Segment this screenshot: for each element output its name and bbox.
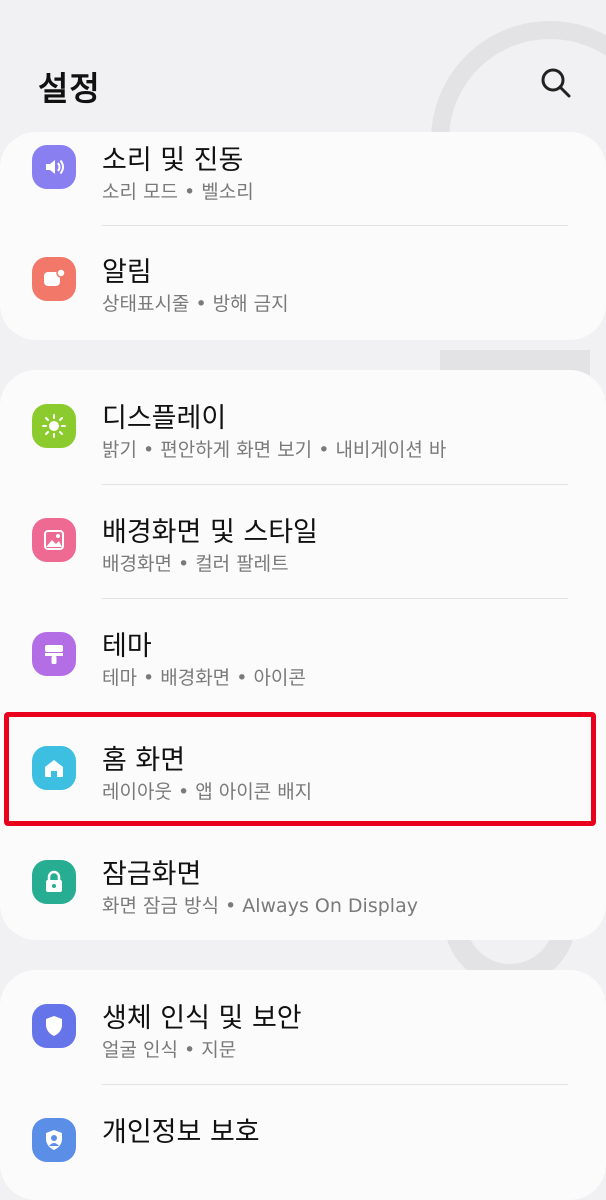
item-subtitle: 배경화면 • 컬러 팔레트 [102, 553, 289, 575]
privacy-icon [32, 1118, 76, 1162]
item-subtitle: 소리 모드 • 벨소리 [102, 181, 254, 203]
settings-group-display: 디스플레이 밝기 • 편안하게 화면 보기 • 내비게이션 바 배경화면 및 스… [0, 370, 606, 940]
settings-item-notifications[interactable]: 알림 상태표시줄 • 방해 금지 [0, 226, 606, 340]
shield-icon [32, 1004, 76, 1048]
settings-group-sound: 소리 및 진동 소리 모드 • 벨소리 알림 상태표시줄 • 방해 금지 [0, 132, 606, 340]
settings-item-home-screen[interactable]: 홈 화면 레이아웃 • 앱 아이콘 배지 [0, 712, 606, 826]
item-label: 잠금화면 [102, 859, 202, 890]
lock-icon [32, 860, 76, 904]
item-label: 알림 [102, 257, 152, 288]
page-title: 설정 [38, 69, 101, 108]
search-button[interactable] [534, 62, 578, 106]
item-subtitle: 레이아웃 • 앱 아이콘 배지 [102, 781, 313, 803]
item-label: 배경화면 및 스타일 [102, 517, 318, 548]
settings-item-wallpaper[interactable]: 배경화면 및 스타일 배경화면 • 컬러 팔레트 [0, 484, 606, 598]
app-header: 설정 [0, 0, 606, 140]
item-subtitle: 화면 잠금 방식 • Always On Display [102, 895, 418, 917]
settings-item-lock-screen[interactable]: 잠금화면 화면 잠금 방식 • Always On Display [0, 826, 606, 940]
item-label: 생체 인식 및 보안 [102, 1003, 302, 1034]
item-subtitle: 밝기 • 편안하게 화면 보기 • 내비게이션 바 [102, 439, 447, 461]
settings-item-biometrics[interactable]: 생체 인식 및 보안 얼굴 인식 • 지문 [0, 970, 606, 1084]
speaker-icon [32, 145, 76, 189]
item-subtitle: 상태표시줄 • 방해 금지 [102, 293, 289, 315]
image-icon [32, 518, 76, 562]
item-label: 디스플레이 [102, 403, 227, 434]
settings-item-themes[interactable]: 테마 테마 • 배경화면 • 아이콘 [0, 598, 606, 712]
settings-group-security: 생체 인식 및 보안 얼굴 인식 • 지문 개인정보 보호 [0, 970, 606, 1200]
item-label: 개인정보 보호 [102, 1117, 260, 1148]
brightness-icon [32, 404, 76, 448]
search-icon [541, 68, 571, 98]
item-label: 소리 및 진동 [102, 145, 244, 176]
paint-brush-icon [32, 632, 76, 676]
home-icon [32, 746, 76, 790]
settings-item-display[interactable]: 디스플레이 밝기 • 편안하게 화면 보기 • 내비게이션 바 [0, 370, 606, 484]
notification-icon [32, 257, 76, 301]
item-subtitle: 테마 • 배경화면 • 아이콘 [102, 667, 306, 689]
item-label: 테마 [102, 631, 152, 662]
item-subtitle: 얼굴 인식 • 지문 [102, 1039, 237, 1061]
settings-item-privacy[interactable]: 개인정보 보호 [0, 1084, 606, 1198]
item-label: 홈 화면 [102, 745, 186, 776]
